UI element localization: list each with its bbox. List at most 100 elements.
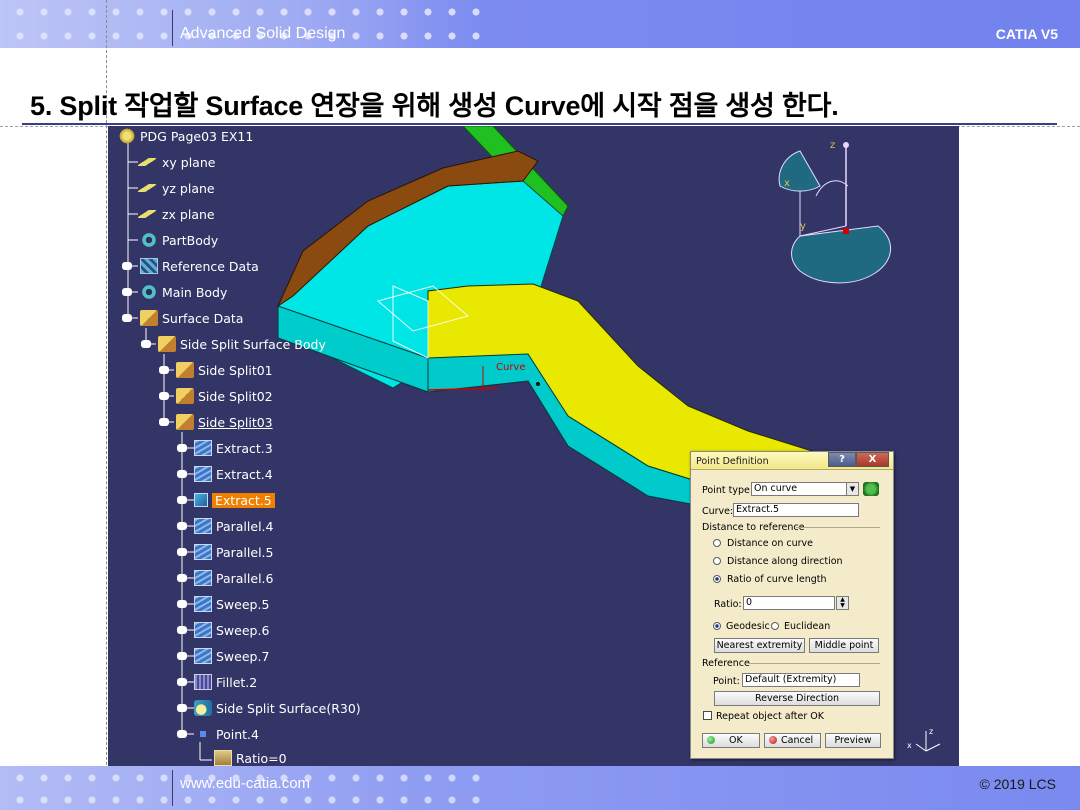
tree-item-extract-4[interactable]: Extract.4 (194, 464, 273, 484)
tree-item-label: Parallel.4 (216, 518, 274, 534)
tree-item-extract-5[interactable]: Extract.5 (194, 490, 275, 510)
tree-item-extract-3[interactable]: Extract.3 (194, 438, 273, 458)
reverse-direction-button[interactable]: Reverse Direction (714, 691, 880, 706)
tree-item-side-split03[interactable]: Side Split03 (176, 412, 273, 432)
compass-y-label: y (800, 221, 806, 232)
cancel-button[interactable]: Cancel (764, 733, 821, 748)
middle-point-button[interactable]: Middle point (809, 638, 879, 653)
point-icon (200, 731, 206, 737)
distance-on-curve-radio[interactable] (713, 539, 721, 547)
compass-z-label: z (830, 140, 835, 151)
ratio-of-curve-length-radio[interactable] (713, 575, 721, 583)
cube-icon (194, 493, 208, 507)
curve-label: Curve (496, 362, 526, 373)
group-separator (748, 663, 880, 664)
plane-icon (137, 184, 157, 192)
tree-root-label: PDG Page03 EX11 (140, 128, 254, 144)
reference-point-field[interactable]: Default (Extremity) (742, 673, 860, 687)
tree-item-zx-plane[interactable]: zx plane (137, 204, 215, 224)
tree-item-parallel-6[interactable]: Parallel.6 (194, 568, 273, 588)
heading-underline (22, 123, 1057, 125)
repeat-object-checkbox[interactable] (703, 711, 712, 720)
compass-icon[interactable]: z x y (778, 140, 892, 284)
surface-icon (194, 570, 212, 586)
tree-item-yz-plane[interactable]: yz plane (137, 178, 215, 198)
help-button[interactable]: ? (828, 452, 856, 467)
gear-icon (140, 284, 158, 300)
point-type-label: Point type: (702, 485, 754, 496)
tree-item-surface-data[interactable]: Surface Data (140, 308, 243, 328)
point-tools-icon[interactable] (863, 482, 879, 496)
tree-item-parallel-5[interactable]: Parallel.5 (194, 542, 273, 562)
close-button[interactable]: X (856, 452, 889, 467)
plane-icon (137, 158, 157, 166)
tree-item-label: Side Split02 (198, 388, 273, 404)
tree-item-sweep-6[interactable]: Sweep.6 (194, 620, 269, 640)
tree-item-side-split01[interactable]: Side Split01 (176, 360, 273, 380)
tree-item-label: xy plane (162, 154, 216, 170)
geometrical-set-icon (140, 310, 158, 326)
point-type-value: On curve (754, 483, 798, 494)
nearest-extremity-button[interactable]: Nearest extremity (714, 638, 805, 653)
geometrical-set-icon (176, 414, 194, 430)
triad-x-label: x (907, 741, 912, 750)
group-separator (796, 527, 880, 528)
slide-footer-band: www.edu-catia.com © 2019 LCS (0, 766, 1080, 810)
tree-item-reference-data[interactable]: Reference Data (140, 256, 259, 276)
point-type-select[interactable]: On curve ▼ (751, 482, 859, 496)
geodesic-radio[interactable] (713, 622, 721, 630)
body-icon (140, 258, 158, 274)
tree-item-sweep-5[interactable]: Sweep.5 (194, 594, 269, 614)
compass-x-label: x (784, 178, 790, 189)
gear-icon (140, 232, 158, 248)
formula-icon (214, 750, 232, 766)
tree-item-side-split-surface[interactable]: Side Split Surface(R30) (194, 698, 361, 718)
tree-item-side-split-surface-body[interactable]: Side Split Surface Body (158, 334, 326, 354)
tree-item-sweep-7[interactable]: Sweep.7 (194, 646, 269, 666)
tree-item-ratio[interactable]: Ratio=0 (214, 748, 287, 766)
tree-item-label: Extract.4 (216, 466, 273, 482)
tree-item-partbody[interactable]: PartBody (140, 230, 218, 250)
surface-icon (194, 440, 212, 456)
slide-heading: 5. Split 작업할 Surface 연장을 위해 생성 Curve에 시작… (30, 91, 839, 121)
tree-item-label: Sweep.6 (216, 622, 270, 638)
axis-triad-icon: z x (907, 727, 941, 752)
point-definition-dialog[interactable]: Point Definition ? X Point type: On curv… (690, 451, 894, 759)
preview-button[interactable]: Preview (825, 733, 881, 748)
cancel-label: Cancel (781, 735, 814, 746)
tree-item-label: Point.4 (216, 726, 259, 742)
tree-item-main-body[interactable]: Main Body (140, 282, 227, 302)
tree-item-xy-plane[interactable]: xy plane (137, 152, 216, 172)
tree-item-label: Sweep.7 (216, 648, 270, 664)
tree-item-label: Extract.3 (216, 440, 273, 456)
ok-button[interactable]: OK (702, 733, 760, 748)
geometrical-set-icon (158, 336, 176, 352)
distance-along-direction-radio[interactable] (713, 557, 721, 565)
euclidean-radio[interactable] (771, 622, 779, 630)
specification-tree[interactable]: PDG Page03 EX11 xy plane yz plane zx pla… (108, 126, 428, 766)
curve-field[interactable]: Extract.5 (733, 503, 859, 517)
tree-item-side-split02[interactable]: Side Split02 (176, 386, 273, 406)
surface-icon (194, 466, 212, 482)
dialog-titlebar[interactable]: Point Definition ? X (691, 452, 893, 470)
slide-header-band: Advanced Solid Design CATIA V5 (0, 0, 1080, 48)
geometrical-set-icon (176, 362, 194, 378)
tree-item-label: zx plane (162, 206, 215, 222)
cancel-icon (769, 736, 777, 744)
ratio-spinner[interactable]: ▲ ▼ (836, 596, 849, 610)
tree-item-fillet-2[interactable]: Fillet.2 (194, 672, 257, 692)
distance-on-curve-label: Distance on curve (727, 538, 814, 549)
ok-icon (707, 736, 715, 744)
footer-website: www.edu-catia.com (180, 775, 311, 792)
curve-label: Curve: (702, 506, 734, 517)
ratio-field[interactable]: 0 (743, 596, 835, 610)
euclidean-label: Euclidean (784, 621, 831, 632)
tree-item-label: Sweep.5 (216, 596, 270, 612)
chevron-down-icon[interactable]: ▼ (846, 483, 858, 495)
tree-item-label: Ratio=0 (236, 750, 287, 766)
tree-item-label: Surface Data (162, 310, 244, 326)
tree-item-label: PartBody (162, 232, 219, 248)
tree-root[interactable]: PDG Page03 EX11 (118, 126, 253, 146)
tree-item-parallel-4[interactable]: Parallel.4 (194, 516, 273, 536)
tree-item-point-4[interactable]: Point.4 (194, 724, 259, 744)
